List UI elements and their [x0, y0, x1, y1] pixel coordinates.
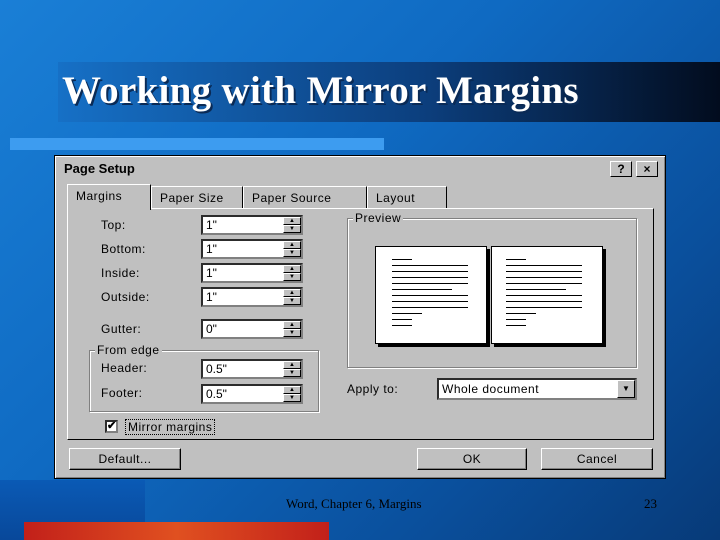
spin-up-icon[interactable]: ▲	[283, 361, 301, 369]
spin-down-icon[interactable]: ▼	[283, 297, 301, 305]
spin-up-icon[interactable]: ▲	[283, 217, 301, 225]
from-edge-label: From edge	[95, 343, 162, 357]
gutter-value[interactable]: 0"	[206, 322, 217, 336]
spin-down-icon[interactable]: ▼	[283, 329, 301, 337]
inside-margin-spinner[interactable]: 1" ▲ ▼	[201, 263, 303, 283]
close-button[interactable]: ×	[636, 161, 658, 177]
spin-up-icon[interactable]: ▲	[283, 386, 301, 394]
apply-to-dropdown[interactable]: Whole document ▼	[437, 378, 637, 400]
top-margin-spinner[interactable]: 1" ▲ ▼	[201, 215, 303, 235]
dropdown-arrow-icon[interactable]: ▼	[617, 380, 635, 398]
spin-up-icon[interactable]: ▲	[283, 321, 301, 329]
bottom-label: Bottom:	[101, 242, 146, 256]
spin-up-icon[interactable]: ▲	[283, 265, 301, 273]
cancel-button[interactable]: Cancel	[541, 448, 653, 470]
header-spinner[interactable]: 0.5" ▲ ▼	[201, 359, 303, 379]
footer-value[interactable]: 0.5"	[206, 387, 227, 401]
title-underline	[10, 138, 384, 150]
apply-to-value[interactable]: Whole document	[442, 382, 539, 396]
tab-margins[interactable]: Margins	[67, 184, 151, 210]
tab-paper-size[interactable]: Paper Size	[151, 186, 243, 208]
preview-label: Preview	[353, 211, 404, 225]
default-button[interactable]: Default...	[69, 448, 181, 470]
spin-up-icon[interactable]: ▲	[283, 241, 301, 249]
tab-paper-source[interactable]: Paper Source	[243, 186, 367, 208]
mirror-margins-checkbox[interactable]: ✔	[105, 420, 118, 433]
page-setup-dialog: Page Setup ? × Margins Paper Size Paper …	[54, 155, 666, 479]
footer-spinner[interactable]: 0.5" ▲ ▼	[201, 384, 303, 404]
spin-up-icon[interactable]: ▲	[283, 289, 301, 297]
spin-down-icon[interactable]: ▼	[283, 394, 301, 402]
slide-title: Working with Mirror Margins	[62, 69, 579, 112]
footer-label: Footer:	[101, 386, 143, 400]
top-label: Top:	[101, 218, 126, 232]
right-page-preview	[491, 246, 603, 344]
mirror-margins-label[interactable]: Mirror margins	[125, 419, 216, 435]
ok-button[interactable]: OK	[417, 448, 527, 470]
dialog-title: Page Setup	[64, 161, 135, 176]
outside-margin-spinner[interactable]: 1" ▲ ▼	[201, 287, 303, 307]
spin-down-icon[interactable]: ▼	[283, 273, 301, 281]
outside-margin-value[interactable]: 1"	[206, 290, 217, 304]
gutter-spinner[interactable]: 0" ▲ ▼	[201, 319, 303, 339]
bottom-margin-spinner[interactable]: 1" ▲ ▼	[201, 239, 303, 259]
bottom-margin-value[interactable]: 1"	[206, 242, 217, 256]
help-button[interactable]: ?	[610, 161, 632, 177]
dialog-titlebar: Page Setup ? ×	[58, 159, 662, 179]
spin-down-icon[interactable]: ▼	[283, 249, 301, 257]
inside-label: Inside:	[101, 266, 140, 280]
left-page-preview	[375, 246, 487, 344]
spin-down-icon[interactable]: ▼	[283, 225, 301, 233]
header-label: Header:	[101, 361, 148, 375]
header-value[interactable]: 0.5"	[206, 362, 227, 376]
spin-down-icon[interactable]: ▼	[283, 369, 301, 377]
apply-to-label: Apply to:	[347, 382, 399, 396]
outside-label: Outside:	[101, 290, 150, 304]
inside-margin-value[interactable]: 1"	[206, 266, 217, 280]
slide-number: 23	[644, 496, 657, 511]
top-margin-value[interactable]: 1"	[206, 218, 217, 232]
tab-layout[interactable]: Layout	[367, 186, 447, 208]
slide-footer: Word, Chapter 6, Margins	[286, 496, 422, 511]
bottom-red-bar	[24, 522, 329, 540]
gutter-label: Gutter:	[101, 322, 142, 336]
